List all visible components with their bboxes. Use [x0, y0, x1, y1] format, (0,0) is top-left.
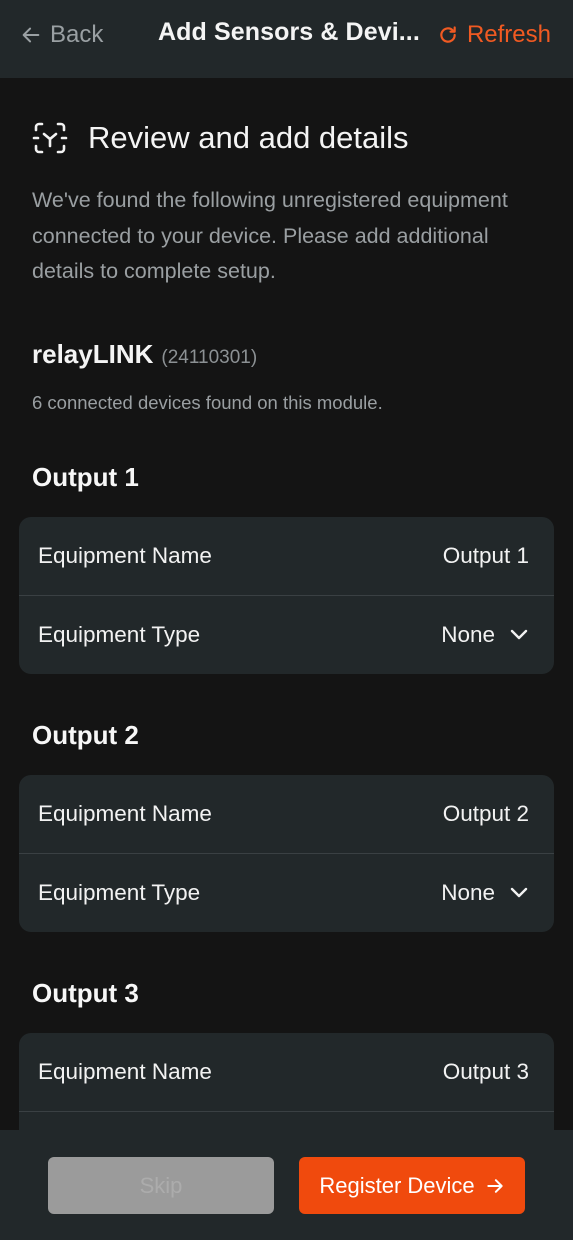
output-heading: Output 3: [32, 978, 139, 1008]
register-device-button[interactable]: Register Device: [299, 1157, 525, 1214]
refresh-label: Refresh: [466, 21, 551, 48]
equipment-type-value: None: [441, 880, 495, 905]
equipment-name-value: Output 1: [442, 543, 529, 568]
intro-description: We've found the following unregistered e…: [32, 188, 508, 283]
back-label: Back: [50, 21, 104, 48]
output-heading: Output 2: [32, 720, 139, 750]
output-heading: Output 1: [32, 462, 139, 492]
refresh-icon: [440, 26, 456, 43]
equipment-type-row[interactable]: Equipment Type None: [19, 853, 554, 932]
chevron-down-icon: [510, 887, 528, 898]
equipment-name-label: Equipment Name: [38, 801, 212, 826]
intro-title: Review and add details: [88, 120, 409, 155]
equipment-type-label: Equipment Type: [38, 880, 201, 905]
top-bar: Back Add Sensors & Devi... Refresh: [0, 0, 573, 78]
equipment-name-value: Output 3: [442, 1059, 529, 1084]
output-card: Equipment Name Output 1 Equipment Type N…: [19, 517, 554, 674]
register-device-label: Register Device: [319, 1172, 475, 1198]
equipment-name-row[interactable]: Equipment Name Output 3: [19, 1033, 554, 1111]
arrow-right-icon: [486, 1178, 503, 1193]
bottom-action-bar: Skip Register Device: [0, 1130, 573, 1240]
intro-header: Review and add details: [32, 120, 409, 156]
equipment-type-select[interactable]: None: [441, 622, 529, 648]
equipment-name-label: Equipment Name: [38, 543, 212, 568]
scan-icon: [32, 122, 68, 154]
output-card: Equipment Name Output 2 Equipment Type N…: [19, 775, 554, 932]
equipment-type-row[interactable]: Equipment Type None: [19, 595, 554, 674]
module-name: relayLINK: [32, 339, 154, 369]
equipment-type-value: None: [441, 622, 495, 647]
chevron-down-icon: [510, 629, 528, 640]
equipment-name-row[interactable]: Equipment Name Output 1: [19, 517, 554, 595]
refresh-button[interactable]: Refresh: [438, 19, 551, 51]
equipment-name-label: Equipment Name: [38, 1059, 212, 1084]
module-header: relayLINK (24110301): [32, 339, 257, 370]
equipment-type-label: Equipment Type: [38, 622, 201, 647]
screen: Back Add Sensors & Devi... Refresh Revie…: [0, 0, 573, 1240]
arrow-left-icon: [22, 27, 40, 43]
skip-button[interactable]: Skip: [48, 1157, 274, 1214]
equipment-name-value: Output 2: [442, 801, 529, 826]
page-title: Add Sensors & Devi...: [158, 18, 420, 46]
equipment-type-select[interactable]: None: [441, 880, 529, 906]
module-device-count: 6 connected devices found on this module…: [32, 392, 383, 413]
module-serial: (24110301): [161, 347, 258, 368]
back-button[interactable]: Back: [20, 19, 103, 51]
equipment-name-row[interactable]: Equipment Name Output 2: [19, 775, 554, 853]
